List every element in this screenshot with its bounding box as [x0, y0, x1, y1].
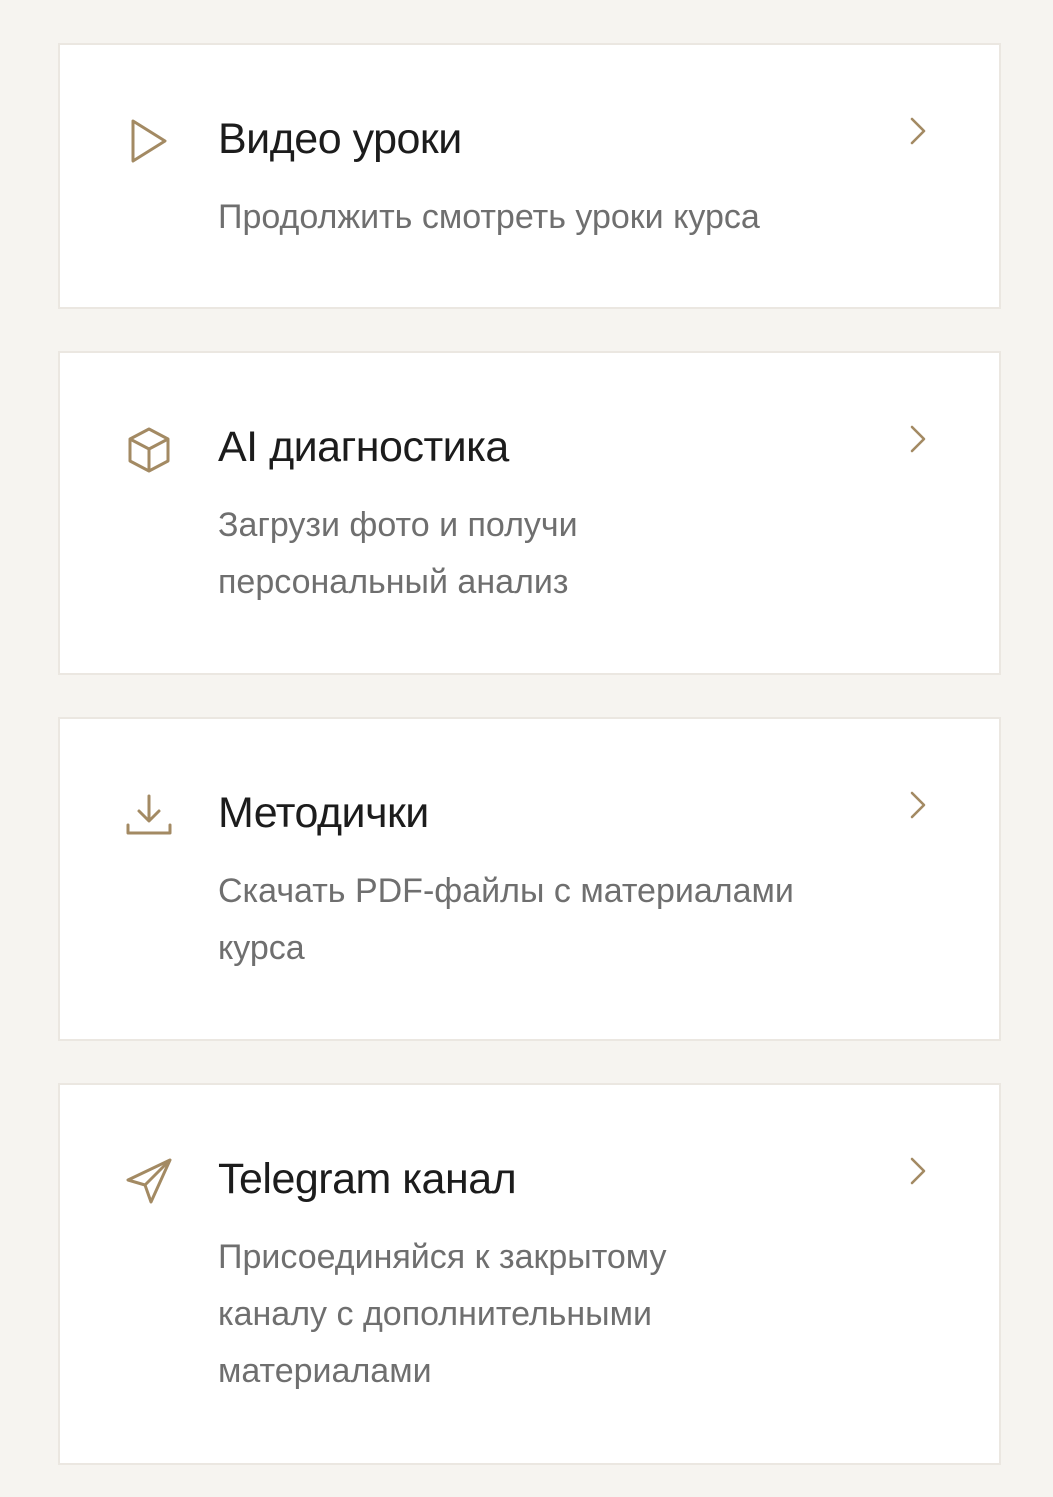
download-icon	[124, 790, 174, 840]
telegram-channel-card[interactable]: Telegram канал Присоединяйся к закрытому…	[58, 1083, 1001, 1465]
card-description: Скачать PDF-файлы с материалами курса	[218, 872, 794, 967]
card-description: Загрузи фото и получи персональный анали…	[218, 506, 578, 601]
card-description: Присоединяйся к закрытому каналу с допол…	[218, 1238, 667, 1390]
manuals-card[interactable]: Методички Скачать PDF-файлы с материалам…	[58, 717, 1001, 1041]
card-description: Продолжить смотреть уроки курса	[218, 198, 760, 236]
card-title: AI диагностика	[218, 423, 509, 471]
play-icon	[124, 116, 174, 166]
video-lessons-card[interactable]: Видео уроки Продолжить смотреть уроки ку…	[58, 43, 1001, 309]
cube-icon	[124, 425, 174, 475]
chevron-right-icon	[905, 422, 931, 456]
menu-card-list: Видео уроки Продолжить смотреть уроки ку…	[0, 0, 1053, 1497]
send-icon	[124, 1156, 174, 1206]
chevron-right-icon	[905, 1154, 931, 1188]
chevron-right-icon	[905, 788, 931, 822]
card-title: Методички	[218, 789, 429, 837]
chevron-right-icon	[905, 114, 931, 148]
ai-diagnostics-card[interactable]: AI диагностика Загрузи фото и получи пер…	[58, 351, 1001, 675]
card-title: Видео уроки	[218, 115, 462, 163]
card-title: Telegram канал	[218, 1155, 517, 1203]
